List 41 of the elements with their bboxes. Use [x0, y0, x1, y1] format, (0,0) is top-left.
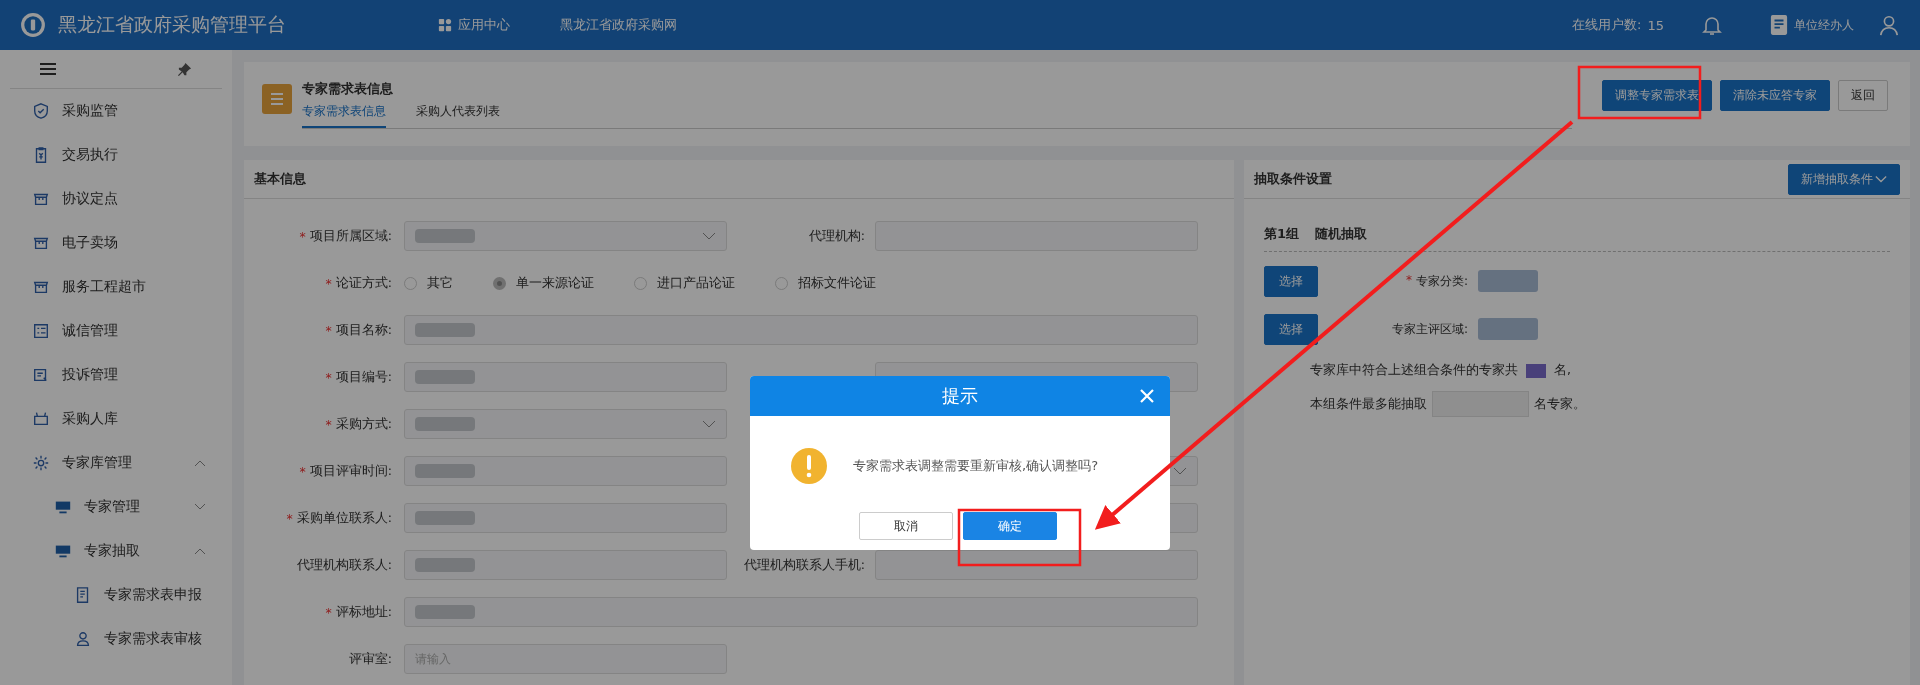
field-label: 采购单位联系人:: [296, 509, 392, 527]
online-users-count: 15: [1647, 17, 1664, 33]
field-label: 项目编号:: [335, 368, 392, 386]
required-mark: *: [286, 510, 293, 526]
panel-title: 抽取条件设置: [1254, 170, 1332, 188]
platform-title: 黑龙江省政府采购管理平台: [58, 12, 287, 37]
panel-title: 基本信息: [244, 160, 1234, 199]
required-mark: *: [299, 228, 306, 244]
radio-label: 进口产品论证: [657, 274, 735, 292]
required-mark: *: [299, 463, 306, 479]
group-name: 第1组: [1264, 225, 1300, 243]
field-label: 评审室:: [348, 650, 392, 668]
field-label: 项目所属区域:: [309, 227, 392, 245]
field-label: 论证方式:: [335, 274, 392, 292]
radio-label: 单一来源论证: [516, 274, 594, 292]
radio-label: 招标文件论证: [798, 274, 876, 292]
field-label: 专家分类:: [1415, 272, 1468, 290]
required-mark: *: [325, 322, 332, 338]
field-label: 代理机构联系人手机:: [743, 556, 865, 574]
field-label: 代理机构:: [808, 227, 865, 245]
field-label: 代理机构联系人:: [296, 556, 392, 574]
required-mark: *: [1405, 272, 1412, 289]
max-text: 名专家。: [1534, 395, 1586, 413]
required-mark: *: [325, 604, 332, 620]
count-text: 专家库中符合上述组合条件的专家共: [1310, 362, 1518, 379]
max-text: 本组条件最多能抽取: [1310, 395, 1427, 413]
field-label: 采购方式:: [335, 415, 392, 433]
count-text: 名,: [1554, 362, 1571, 379]
required-mark: *: [325, 416, 332, 432]
field-label: 项目评审时间:: [309, 462, 392, 480]
dialog-message: 专家需求表调整需要重新审核,确认调整吗?: [853, 457, 1099, 475]
field-label: 项目名称:: [335, 321, 392, 339]
required-mark: *: [325, 275, 332, 291]
group-type: 随机抽取: [1315, 225, 1368, 243]
dialog-title: 提示: [942, 384, 978, 408]
field-label: 专家主评区域:: [1391, 320, 1468, 338]
field-label: 评标地址:: [335, 603, 392, 621]
required-mark: *: [325, 369, 332, 385]
radio-label: 其它: [427, 274, 453, 292]
page-title: 专家需求表信息: [302, 79, 394, 98]
online-users-label: 在线用户数:: [1572, 16, 1642, 34]
